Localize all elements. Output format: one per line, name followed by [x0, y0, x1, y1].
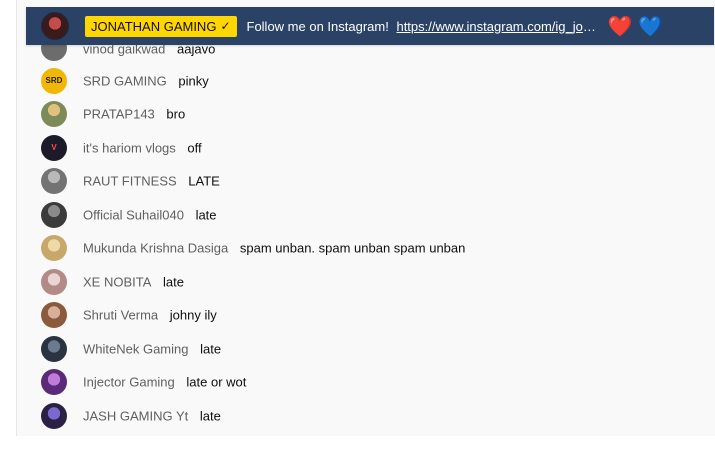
banner-author: JONATHAN GAMING [91, 18, 217, 34]
pinned-message-text: Follow me on Instagram! https://www.inst… [247, 19, 602, 34]
chat-text: bro [166, 106, 186, 122]
avatar[interactable]: SRD [41, 67, 67, 94]
chat-message: SRD SRD GAMING pinky [17, 64, 715, 98]
chat-text: late [163, 274, 184, 290]
chat-author[interactable]: Official Suhail040 [83, 207, 184, 222]
owner-badge[interactable]: JONATHAN GAMING ✓ [85, 15, 237, 37]
avatar[interactable] [41, 168, 67, 195]
avatar[interactable] [41, 302, 67, 329]
chat-author[interactable]: WhiteNek Gaming [83, 341, 188, 356]
chat-author[interactable]: PRATAP143 [83, 107, 155, 122]
chat-text: pinky [178, 73, 209, 89]
chat-author[interactable]: Shruti Verma [83, 308, 158, 323]
chat-message: XE NOBITA late [17, 265, 715, 299]
avatar[interactable] [41, 402, 67, 429]
blue-heart-icon: 💙 [638, 15, 664, 38]
chat-text: LATE [188, 173, 220, 189]
instagram-link[interactable]: https://www.instagram.com/ig_jonathan... [396, 19, 601, 34]
avatar[interactable] [41, 201, 67, 228]
chat-text: late [195, 207, 217, 223]
chat-message: Mukunda Krishna Dasiga spam unban. spam … [17, 232, 715, 266]
chat-text: spam unban. spam unban spam unban [239, 240, 466, 256]
chat-message: Injector Gaming late or wot [17, 366, 715, 400]
avatar[interactable] [41, 369, 67, 396]
avatar[interactable] [41, 235, 67, 262]
chat-author[interactable]: SRD GAMING [83, 73, 167, 88]
avatar[interactable] [41, 12, 69, 40]
chat-message: RAUT FITNESS LATE [17, 165, 715, 199]
avatar[interactable] [41, 268, 67, 295]
red-heart-icon: ❤️ [607, 15, 633, 38]
avatar[interactable] [41, 101, 67, 128]
chat-author[interactable]: Mukunda Krishna Dasiga [83, 241, 228, 256]
live-chat-panel: vinod gaikwad aajavo SRD SRD GAMING pink… [16, 0, 715, 436]
chat-author[interactable]: JASH GAMING Yt [83, 408, 188, 423]
chat-message: WhiteNek Gaming late [17, 332, 715, 366]
chat-author[interactable]: Injector Gaming [83, 375, 175, 390]
avatar[interactable]: V [41, 134, 67, 161]
chat-author[interactable]: it's hariom vlogs [83, 140, 176, 155]
chat-message: V it's hariom vlogs off [17, 131, 715, 165]
pinned-message-banner[interactable]: JONATHAN GAMING ✓ Follow me on Instagram… [26, 7, 714, 45]
chat-text: off [187, 140, 202, 156]
chat-author[interactable]: XE NOBITA [83, 274, 151, 289]
chat-message: JASH GAMING Yt late [17, 399, 715, 433]
chat-message-list[interactable]: vinod gaikwad aajavo SRD SRD GAMING pink… [17, 31, 715, 433]
chat-text: late or wot [186, 374, 247, 390]
chat-message: Official Suhail040 late [17, 198, 715, 232]
check-icon: ✓ [220, 19, 231, 33]
chat-text: johny ily [169, 307, 217, 323]
chat-text: late [200, 341, 222, 357]
pinned-message-body: Follow me on Instagram! [246, 18, 389, 34]
chat-message: PRATAP143 bro [17, 98, 715, 132]
chat-text: late [199, 408, 221, 424]
chat-message: Shruti Verma johny ily [17, 299, 715, 333]
avatar[interactable] [41, 335, 67, 362]
chat-author[interactable]: RAUT FITNESS [83, 174, 177, 189]
